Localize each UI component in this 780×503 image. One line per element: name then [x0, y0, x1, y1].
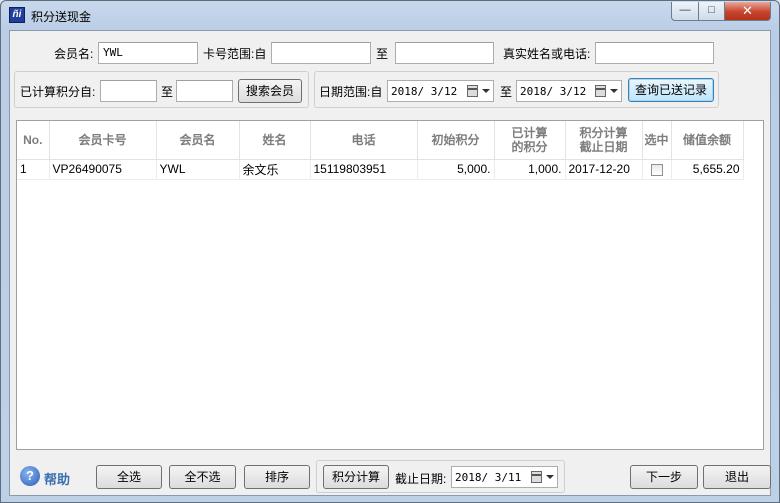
column-header[interactable]: 已计算 的积分 [494, 121, 566, 160]
column-header-text: 积分计算 [579, 125, 628, 140]
select-all-button[interactable]: 全选 [96, 465, 162, 489]
cell-no: 1 [17, 159, 50, 180]
table-body: 1 VP26490075 YWL 余文乐 15119803951 5,000. 1,000.… [17, 159, 744, 180]
calendar-icon [531, 471, 542, 483]
maximize-icon: □ [708, 4, 715, 16]
card-to-label: 至 [376, 47, 389, 61]
main-window: ñi 积分送现金 — □ ✕ 会员名: YWL 卡号范围:自 至 真实姓名或电话… [0, 0, 780, 503]
search-member-button[interactable]: 搜索会员 [238, 79, 302, 103]
help-link[interactable]: 帮助 [44, 469, 70, 488]
cutoff-date-label: 截止日期: [395, 472, 447, 486]
column-header-text: No. [23, 132, 43, 147]
calendar-icon [467, 85, 478, 97]
cell-name: 余文乐 [239, 159, 311, 180]
cutoff-date-picker[interactable]: 2018/ 3/11 [451, 466, 558, 488]
points-to-label: 至 [161, 85, 174, 99]
client-area: 会员名: YWL 卡号范围:自 至 真实姓名或电话: 已计算积分自: 至 搜索会… [9, 30, 771, 496]
points-to-input[interactable] [176, 80, 233, 102]
column-header-text: 已计算 [511, 125, 548, 140]
date-range-group: 日期范围:自 2018/ 3/12 至 2018/ 3/12 查询已送记录 [314, 71, 719, 108]
cell-initial-points: 5,000. [417, 159, 495, 180]
member-table: No. 会员卡号 会员名 姓名 电话 初始积分 已计算 的积分 积分计算 截止日期 选中 储值余额 1… [17, 121, 744, 180]
close-icon: ✕ [742, 3, 753, 18]
column-header-text: 会员名 [179, 132, 216, 147]
close-button[interactable]: ✕ [724, 2, 771, 21]
table-row[interactable]: 1 VP26490075 YWL 余文乐 15119803951 5,000. 1,000.… [17, 159, 744, 180]
member-grid: No. 会员卡号 会员名 姓名 电话 初始积分 已计算 的积分 积分计算 截止日期 选中 储值余额 1… [16, 120, 764, 450]
column-header[interactable]: 电话 [310, 121, 418, 160]
calendar-icon [595, 85, 606, 97]
column-header[interactable]: 初始积分 [417, 121, 495, 160]
date-to-picker[interactable]: 2018/ 3/12 [516, 80, 622, 102]
date-from-value: 2018/ 3/12 [391, 85, 458, 98]
column-header-text: 电话 [351, 132, 376, 147]
help-icon[interactable]: ? [20, 466, 40, 486]
column-header-text: 选中 [644, 132, 669, 147]
select-none-button[interactable]: 全不选 [169, 465, 236, 489]
date-range-label: 日期范围:自 [319, 85, 383, 99]
card-to-input[interactable] [395, 42, 494, 64]
select-checkbox[interactable] [650, 163, 663, 176]
date-to-value: 2018/ 3/12 [520, 85, 587, 98]
chevron-down-icon [546, 475, 554, 479]
window-title: 积分送现金 [31, 10, 92, 24]
column-header[interactable]: 选中 [642, 121, 672, 160]
column-header[interactable]: 会员名 [156, 121, 240, 160]
sort-button[interactable]: 排序 [244, 465, 310, 489]
minimize-icon: — [679, 4, 691, 16]
cell-card: VP26490075 [49, 159, 157, 180]
points-range-group: 已计算积分自: 至 搜索会员 [14, 71, 309, 108]
column-header[interactable]: No. [17, 121, 50, 160]
app-icon: ñi [9, 7, 25, 23]
title-bar[interactable]: ñi 积分送现金 — □ ✕ [1, 1, 779, 29]
card-range-label: 卡号范围:自 [203, 47, 267, 61]
exit-button[interactable]: 退出 [703, 465, 771, 489]
cutoff-group: 积分计算 截止日期: 2018/ 3/11 [316, 460, 565, 493]
real-name-phone-label: 真实姓名或电话: [503, 47, 591, 61]
column-header-text: 截止日期 [579, 139, 628, 154]
column-header-text: 储值余额 [682, 132, 731, 147]
cell-selected[interactable] [642, 159, 672, 180]
minimize-button[interactable]: — [671, 2, 699, 21]
maximize-button[interactable]: □ [698, 2, 725, 21]
next-step-button[interactable]: 下一步 [630, 465, 698, 489]
cell-cutoff-date: 2017-12-20 [565, 159, 643, 180]
cell-calculated-points: 1,000. [494, 159, 566, 180]
points-from-input[interactable] [100, 80, 157, 102]
cell-member: YWL [156, 159, 240, 180]
column-header[interactable]: 积分计算 截止日期 [565, 121, 643, 160]
date-to-label: 至 [500, 85, 513, 99]
chevron-down-icon [482, 89, 490, 93]
cell-phone: 15119803951 [310, 159, 418, 180]
query-sent-records-button[interactable]: 查询已送记录 [628, 78, 714, 102]
cutoff-date-value: 2018/ 3/11 [455, 471, 522, 484]
column-header-text: 的积分 [511, 139, 548, 154]
card-from-input[interactable] [271, 42, 371, 64]
column-header[interactable]: 储值余额 [671, 121, 744, 160]
member-name-label: 会员名: [54, 47, 94, 61]
real-name-phone-input[interactable] [595, 42, 714, 64]
column-header-text: 姓名 [262, 132, 287, 147]
calc-points-button[interactable]: 积分计算 [323, 465, 389, 489]
points-from-label: 已计算积分自: [20, 85, 96, 99]
chevron-down-icon [610, 89, 618, 93]
column-header-text: 会员卡号 [78, 132, 127, 147]
cell-balance: 5,655.20 [671, 159, 744, 180]
date-from-picker[interactable]: 2018/ 3/12 [387, 80, 494, 102]
table-header-row: No. 会员卡号 会员名 姓名 电话 初始积分 已计算 的积分 积分计算 截止日期 选中 储值余额 [17, 121, 744, 160]
column-header[interactable]: 姓名 [239, 121, 311, 160]
member-name-input[interactable]: YWL [98, 42, 198, 64]
column-header[interactable]: 会员卡号 [49, 121, 157, 160]
column-header-text: 初始积分 [431, 132, 480, 147]
